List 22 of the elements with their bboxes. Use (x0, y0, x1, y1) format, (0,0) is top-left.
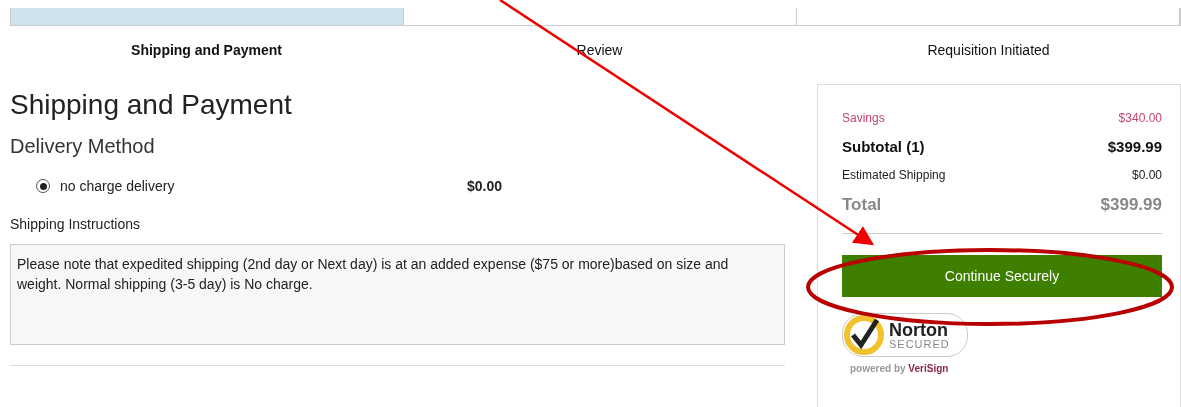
step-label: Shipping and Payment (131, 42, 282, 58)
checkmark-icon (843, 314, 885, 356)
summary-label: Total (842, 195, 882, 215)
summary-value: $340.00 (1118, 111, 1162, 125)
summary-label: Subtotal (1) (842, 138, 925, 155)
seal-brand: Norton (889, 320, 949, 339)
powered-by-text: powered by VeriSign (850, 363, 950, 374)
instructions-field[interactable]: Please note that expedited shipping (2nd day or Next day) is at an added expense ($75 or more)based on size and weight. Normal shipping (3-5 day) is No charge. (10, 244, 785, 345)
step-label: Review (576, 42, 623, 58)
step-label: Requisition Initiated (927, 42, 1050, 58)
summary-label: Estimated Shipping (842, 168, 946, 182)
section-title: Delivery Method (10, 135, 156, 158)
summary-value: $399.99 (1107, 138, 1162, 155)
summary-label: Savings (842, 111, 885, 125)
field-label: Shipping Instructions (10, 216, 141, 232)
continue-button[interactable]: Continue Securely (842, 255, 1162, 297)
summary-value: $0.00 (1131, 168, 1162, 182)
summary-value: $399.99 (1100, 195, 1162, 215)
delivery-price: $0.00 (467, 178, 503, 194)
delivery-option-label: no charge delivery (60, 178, 176, 194)
page-title: Shipping and Payment (10, 89, 293, 121)
seal-status: SECURED (889, 338, 950, 350)
